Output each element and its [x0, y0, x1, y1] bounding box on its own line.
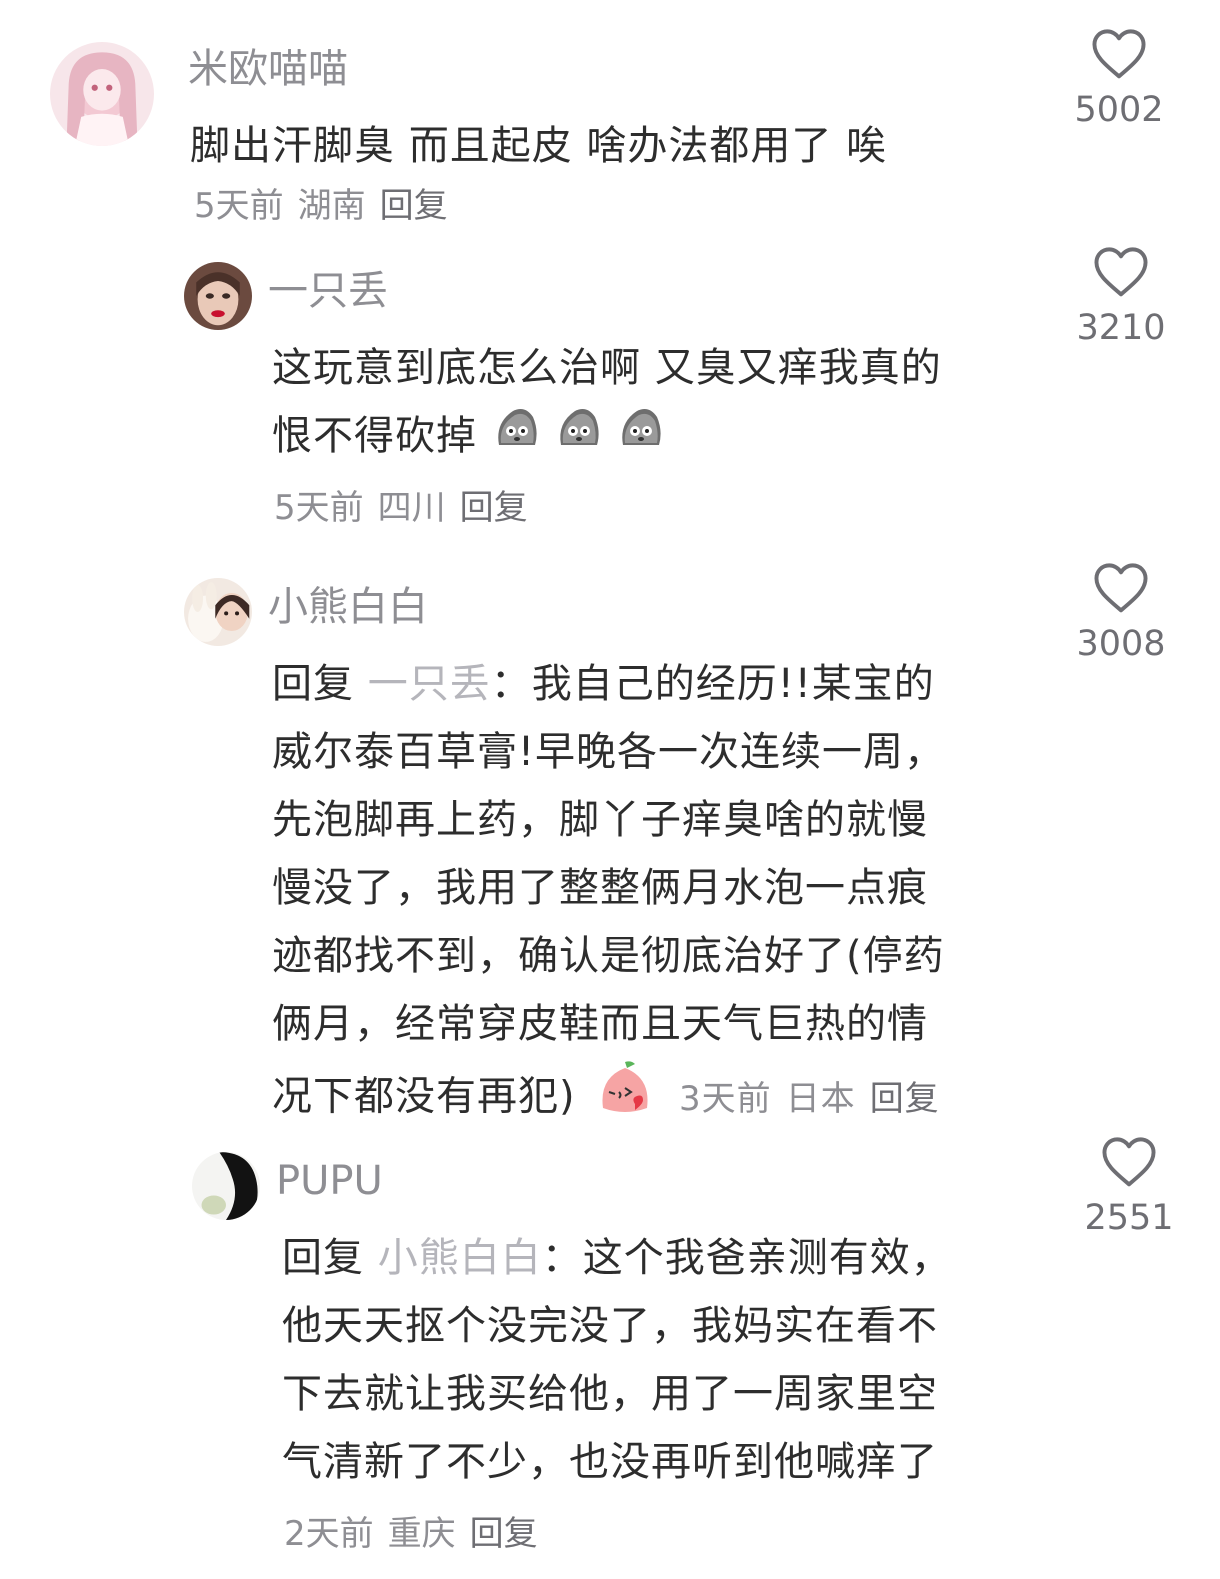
comment-meta: 5天前 四川 回复 [274, 484, 542, 532]
comment-text-content: 脚出汗脚臭 而且起皮 啥办法都用了 唉 [190, 123, 888, 169]
comment-text-line: 下去就让我买给他，用了一周家里空 [282, 1371, 938, 1417]
comment-text-line: 回复 一只丢：我自己的经历!!某宝的 [272, 650, 1052, 718]
reply-button[interactable]: 回复 [460, 488, 528, 528]
like-count: 3008 [1076, 624, 1166, 664]
timestamp: 2天前 [284, 1514, 374, 1554]
comment-text-content: 这个我爸亲测有效， [582, 1235, 952, 1281]
comment-text-line: 回复 小熊白白：这个我爸亲测有效， [282, 1224, 1062, 1292]
comment-text-line: 他天天抠个没完没了，我妈实在看不 [282, 1303, 938, 1349]
comment-text: 回复 小熊白白：这个我爸亲测有效， 他天天抠个没完没了，我妈实在看不 下去就让我… [282, 1224, 1062, 1496]
avatar[interactable] [50, 42, 154, 146]
location: 四川 [377, 488, 446, 528]
comment-text-line: 恨不得砍掉 [272, 402, 1032, 474]
reply-button[interactable]: 回复 [870, 1079, 940, 1119]
heart-icon [1094, 563, 1148, 613]
location: 日本 [785, 1078, 856, 1119]
username[interactable]: 一只丢 [268, 262, 388, 320]
username[interactable]: 米欧喵喵 [188, 40, 348, 98]
like-button[interactable]: 3210 [1066, 244, 1176, 348]
reply-target-username[interactable]: 小熊白白 [378, 1235, 542, 1281]
woman-red-lips-avatar-icon [184, 262, 252, 330]
like-count: 3210 [1076, 308, 1166, 348]
reply-button[interactable]: 回复 [470, 1514, 538, 1554]
comment-text-line: 况下都没有再犯) 3天前 日本 回复 [272, 1058, 1052, 1139]
dark-hair-avatar-icon [192, 1152, 260, 1220]
comment-text-line: 这玩意到底怎么治啊 又臭又痒我真的 [272, 345, 942, 391]
like-count: 2551 [1084, 1198, 1174, 1238]
timestamp: 3天前 [679, 1078, 772, 1119]
timestamp: 5天前 [194, 186, 284, 226]
comment-text-line: 迹都找不到，确认是彻底治好了(停药 [272, 933, 945, 979]
avatar[interactable] [192, 1152, 260, 1220]
reply-target-username[interactable]: 一只丢 [368, 661, 491, 707]
avatar[interactable] [184, 262, 252, 330]
like-button[interactable]: 2551 [1074, 1134, 1184, 1238]
comment-meta: 3天前 日本 回复 [679, 1079, 954, 1119]
reply-prefix: 回复 [282, 1235, 364, 1281]
reply-button[interactable]: 回复 [380, 186, 448, 226]
comment-text-content: 恨不得砍掉 [272, 413, 477, 459]
pink-anime-girl-avatar-icon [50, 42, 154, 146]
reply-prefix: 回复 [272, 661, 354, 707]
comment-text-line: 俩月，经常穿皮鞋而且天气巨热的情 [272, 1001, 928, 1047]
comment-meta: 2天前 重庆 回复 [284, 1510, 552, 1558]
like-button[interactable]: 3008 [1066, 560, 1176, 664]
comment-text-line: 威尔泰百草膏!早晚各一次连续一周， [272, 729, 946, 775]
reply-colon: ： [490, 661, 532, 707]
blowing-kiss-emoji-icon [595, 1058, 655, 1139]
heart-icon [1094, 247, 1148, 297]
stone-face-emoji-icon [553, 403, 603, 474]
comment-meta: 5天前 湖南 回复 [194, 182, 462, 230]
comment-text-line: 气清新了不少，也没再听到他喊痒了 [282, 1439, 938, 1485]
like-count: 5002 [1074, 90, 1164, 130]
girl-with-plush-avatar-icon [184, 578, 252, 646]
stone-face-emoji-icon [615, 403, 665, 474]
comment-text-line: 先泡脚再上药，脚丫子痒臭啥的就慢 [272, 797, 928, 843]
stone-face-emoji-icon [491, 403, 541, 474]
timestamp: 5天前 [274, 488, 364, 528]
comment-text: 脚出汗脚臭 而且起皮 啥办法都用了 唉 [190, 112, 1050, 180]
comment-text: 这玩意到底怎么治啊 又臭又痒我真的 恨不得砍掉 [272, 334, 1032, 474]
location: 湖南 [297, 186, 366, 226]
username[interactable]: 小熊白白 [268, 578, 428, 636]
comment-text-line: 慢没了，我用了整整俩月水泡一点痕 [272, 865, 928, 911]
avatar[interactable] [184, 578, 252, 646]
comment-text-content: 我自己的经历!!某宝的 [531, 661, 935, 707]
comment-text-content: 况下都没有再犯) [272, 1073, 576, 1120]
comment-text: 回复 一只丢：我自己的经历!!某宝的 威尔泰百草膏!早晚各一次连续一周， 先泡脚… [272, 650, 1052, 1139]
location: 重庆 [387, 1514, 456, 1554]
heart-icon [1092, 29, 1146, 79]
username[interactable]: PUPU [276, 1152, 383, 1210]
reply-colon: ： [541, 1235, 583, 1281]
heart-icon [1102, 1137, 1156, 1187]
like-button[interactable]: 5002 [1064, 26, 1174, 130]
